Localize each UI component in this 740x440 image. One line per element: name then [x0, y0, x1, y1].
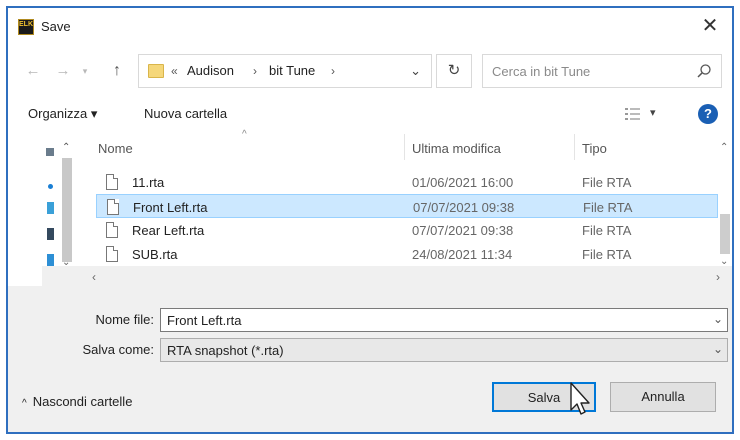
help-icon[interactable]: ?: [698, 104, 718, 124]
up-button[interactable]: ↑: [106, 60, 128, 82]
close-button[interactable]: ✕: [692, 12, 728, 40]
navigation-pane[interactable]: ⌃: [42, 132, 80, 280]
column-name[interactable]: Nome: [98, 141, 133, 156]
search-placeholder: Cerca in bit Tune: [492, 64, 591, 79]
breadcrumb-separator[interactable]: ›: [253, 64, 257, 78]
view-dropdown-icon: ▾: [650, 107, 656, 119]
collapse-up-icon[interactable]: ⌃: [62, 142, 70, 153]
filename-field[interactable]: Front Left.rta ⌄: [160, 308, 728, 332]
search-icon[interactable]: [696, 63, 712, 79]
breadcrumb-bit-tune[interactable]: bit Tune: [269, 63, 315, 78]
column-type[interactable]: Tipo: [582, 141, 607, 156]
file-modified: 24/08/2021 11:34: [412, 247, 513, 262]
cancel-button[interactable]: Annulla: [610, 382, 716, 412]
details-view-icon: [625, 108, 640, 120]
view-options-button[interactable]: ▾: [622, 104, 666, 124]
hide-folders-toggle[interactable]: ^ Nascondi cartelle: [22, 394, 132, 409]
chevron-down-icon[interactable]: ⌄: [410, 63, 421, 79]
file-icon: [106, 174, 118, 190]
folder-list-icon[interactable]: [47, 254, 54, 266]
organize-menu[interactable]: Organizza ▾: [28, 106, 97, 122]
file-name: 11.rta: [132, 175, 165, 190]
filename-label: Nome file:: [95, 312, 154, 327]
file-icon: [106, 222, 118, 238]
filetype-select[interactable]: RTA snapshot (*.rta) ⌄: [160, 338, 728, 362]
forward-button[interactable]: →: [52, 60, 74, 82]
folder-icon: [148, 64, 164, 78]
scroll-down-icon[interactable]: ⌄: [62, 257, 70, 268]
chevron-down-icon[interactable]: ⌄: [713, 312, 723, 326]
file-type: File RTA: [583, 200, 633, 215]
file-name: Rear Left.rta: [132, 223, 205, 238]
file-list: ^ Nome Ultima modifica Tipo 11.rta 01/06…: [86, 129, 732, 284]
table-row[interactable]: 11.rta 01/06/2021 16:00 File RTA: [96, 170, 718, 194]
file-type: File RTA: [582, 247, 632, 262]
file-icon: [106, 246, 118, 262]
network-icon[interactable]: [47, 202, 54, 214]
search-input[interactable]: Cerca in bit Tune: [482, 54, 722, 88]
scroll-right-icon[interactable]: ›: [716, 270, 720, 284]
file-name: SUB.rta: [132, 247, 178, 262]
file-modified: 07/07/2021 09:38: [413, 200, 515, 215]
file-type: File RTA: [582, 175, 632, 190]
drive-icon[interactable]: [47, 228, 54, 240]
scroll-up-icon[interactable]: ⌃: [720, 142, 728, 153]
filetype-label: Salva come:: [82, 342, 154, 357]
navigation-pane-scrollbar[interactable]: [62, 158, 72, 262]
file-modified: 01/06/2021 16:00: [412, 175, 514, 190]
column-divider[interactable]: [404, 134, 405, 160]
file-icon: [107, 199, 119, 215]
scroll-left-icon[interactable]: ‹: [92, 270, 96, 284]
filetype-value: RTA snapshot (*.rta): [167, 343, 284, 358]
chevron-down-icon[interactable]: ⌄: [713, 342, 723, 356]
new-folder-button[interactable]: Nuova cartella: [144, 106, 227, 121]
chevron-up-icon: ^: [22, 398, 27, 409]
table-row-selected[interactable]: Front Left.rta 07/07/2021 09:38 File RTA: [96, 194, 718, 218]
navigation-bar: ← → ▾ ↑ « Audison › bit Tune › ⌄ ↻ Cerca…: [8, 52, 732, 92]
recent-locations-button[interactable]: ▾: [78, 60, 92, 82]
mouse-cursor-icon: [570, 382, 590, 415]
file-type: File RTA: [582, 223, 632, 238]
form-area: Nome file: Front Left.rta ⌄ Salva come: …: [8, 286, 732, 432]
pc-icon[interactable]: [46, 148, 54, 156]
column-modified[interactable]: Ultima modifica: [412, 141, 501, 156]
address-bar[interactable]: « Audison › bit Tune › ⌄: [138, 54, 432, 88]
breadcrumb-separator[interactable]: ›: [331, 64, 335, 78]
filename-value: Front Left.rta: [167, 313, 242, 328]
refresh-button[interactable]: ↻: [436, 54, 472, 88]
breadcrumb-overflow[interactable]: «: [171, 64, 178, 78]
file-modified: 07/07/2021 09:38: [412, 223, 514, 238]
back-button[interactable]: ←: [22, 60, 44, 82]
vertical-scrollbar[interactable]: ⌃ ⌄: [718, 132, 732, 280]
dialog-title: Save: [41, 19, 71, 34]
app-icon: ELK: [18, 19, 34, 35]
dot-icon[interactable]: [48, 184, 53, 189]
column-divider[interactable]: [574, 134, 575, 160]
sort-ascending-icon: ^: [242, 129, 247, 140]
command-bar: Organizza ▾ Nuova cartella ▾ ?: [8, 100, 732, 128]
table-row[interactable]: Rear Left.rta 07/07/2021 09:38 File RTA: [96, 218, 718, 242]
title-bar: ELK Save ✕: [8, 8, 732, 44]
scrollbar-thumb[interactable]: [720, 214, 730, 254]
file-name: Front Left.rta: [133, 200, 208, 215]
save-dialog: ELK Save ✕ ← → ▾ ↑ « Audison › bit Tune …: [6, 6, 734, 434]
table-row[interactable]: SUB.rta 24/08/2021 11:34 File RTA: [96, 242, 718, 266]
hide-folders-label: Nascondi cartelle: [32, 394, 133, 409]
breadcrumb-audison[interactable]: Audison: [187, 63, 234, 78]
column-header: ^ Nome Ultima modifica Tipo: [86, 129, 732, 162]
